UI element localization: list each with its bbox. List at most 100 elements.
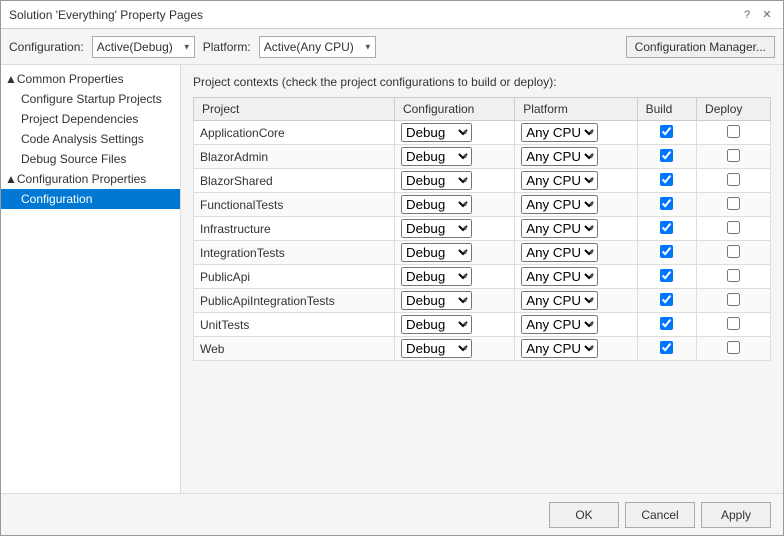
table-row: BlazorAdminDebugReleaseAny CPUx86x64 (194, 145, 771, 169)
help-button[interactable]: ? (739, 7, 755, 23)
platform-select[interactable]: Active(Any CPU) Any CPU x86 x64 (259, 36, 376, 58)
config-label: Configuration: (9, 40, 84, 54)
sidebar-item-configure-startup[interactable]: Configure Startup Projects (1, 89, 180, 109)
deploy-checkbox[interactable] (727, 293, 740, 306)
deploy-checkbox[interactable] (727, 245, 740, 258)
deploy-checkbox[interactable] (727, 149, 740, 162)
platform-cell: Any CPUx86x64 (515, 193, 637, 217)
deploy-checkbox[interactable] (727, 269, 740, 282)
config-row-select[interactable]: DebugRelease (401, 243, 472, 262)
platform-cell: Any CPUx86x64 (515, 337, 637, 361)
build-checkbox[interactable] (660, 269, 673, 282)
deploy-cell (697, 241, 771, 265)
config-row-select[interactable]: DebugRelease (401, 267, 472, 286)
project-name-cell: PublicApiIntegrationTests (194, 289, 395, 313)
config-row-select[interactable]: DebugRelease (401, 291, 472, 310)
platform-row-select[interactable]: Any CPUx86x64 (521, 243, 598, 262)
config-cell: DebugRelease (394, 265, 514, 289)
apply-button[interactable]: Apply (701, 502, 771, 528)
sidebar-group: ▲Common PropertiesConfigure Startup Proj… (1, 69, 180, 209)
sidebar-item-common-properties[interactable]: ▲Common Properties (1, 69, 180, 89)
platform-row-select[interactable]: Any CPUx86x64 (521, 171, 598, 190)
platform-row-select[interactable]: Any CPUx86x64 (521, 195, 598, 214)
project-name-cell: IntegrationTests (194, 241, 395, 265)
config-bar: Configuration: Active(Debug) Debug Relea… (1, 29, 783, 65)
build-checkbox[interactable] (660, 173, 673, 186)
platform-row-select[interactable]: Any CPUx86x64 (521, 339, 598, 358)
config-cell: DebugRelease (394, 313, 514, 337)
project-name-cell: UnitTests (194, 313, 395, 337)
platform-row-select[interactable]: Any CPUx86x64 (521, 123, 598, 142)
content-area: Project contexts (check the project conf… (181, 65, 783, 493)
property-pages-window: Solution 'Everything' Property Pages ? ✕… (0, 0, 784, 536)
title-controls: ? ✕ (739, 7, 775, 23)
title-bar: Solution 'Everything' Property Pages ? ✕ (1, 1, 783, 29)
config-manager-button[interactable]: Configuration Manager... (626, 36, 775, 58)
table-row: FunctionalTestsDebugReleaseAny CPUx86x64 (194, 193, 771, 217)
platform-row-select[interactable]: Any CPUx86x64 (521, 315, 598, 334)
deploy-checkbox[interactable] (727, 125, 740, 138)
deploy-checkbox[interactable] (727, 173, 740, 186)
platform-cell: Any CPUx86x64 (515, 313, 637, 337)
sidebar-item-configuration[interactable]: Configuration (1, 189, 180, 209)
close-button[interactable]: ✕ (759, 7, 775, 23)
table-header-configuration: Configuration (394, 98, 514, 121)
build-checkbox[interactable] (660, 293, 673, 306)
table-header-build: Build (637, 98, 696, 121)
deploy-cell (697, 265, 771, 289)
ok-button[interactable]: OK (549, 502, 619, 528)
config-cell: DebugRelease (394, 145, 514, 169)
config-row-select[interactable]: DebugRelease (401, 123, 472, 142)
build-checkbox[interactable] (660, 341, 673, 354)
config-cell: DebugRelease (394, 121, 514, 145)
sidebar-item-project-dependencies[interactable]: Project Dependencies (1, 109, 180, 129)
config-row-select[interactable]: DebugRelease (401, 147, 472, 166)
config-cell: DebugRelease (394, 193, 514, 217)
deploy-checkbox[interactable] (727, 341, 740, 354)
build-cell (637, 217, 696, 241)
sidebar-item-debug-source[interactable]: Debug Source Files (1, 149, 180, 169)
deploy-checkbox[interactable] (727, 317, 740, 330)
config-row-select[interactable]: DebugRelease (401, 339, 472, 358)
build-checkbox[interactable] (660, 197, 673, 210)
deploy-cell (697, 217, 771, 241)
content-description: Project contexts (check the project conf… (193, 75, 771, 89)
config-row-select[interactable]: DebugRelease (401, 195, 472, 214)
config-cell: DebugRelease (394, 169, 514, 193)
deploy-checkbox[interactable] (727, 197, 740, 210)
table-row: ApplicationCoreDebugReleaseAny CPUx86x64 (194, 121, 771, 145)
deploy-cell (697, 337, 771, 361)
cancel-button[interactable]: Cancel (625, 502, 695, 528)
sidebar-item-code-analysis[interactable]: Code Analysis Settings (1, 129, 180, 149)
build-checkbox[interactable] (660, 245, 673, 258)
main-content: ▲Common PropertiesConfigure Startup Proj… (1, 65, 783, 493)
table-row: PublicApiIntegrationTests DebugRelease Any… (194, 289, 771, 313)
platform-cell: Any CPUx86x64 (515, 289, 637, 313)
deploy-checkbox[interactable] (727, 221, 740, 234)
build-checkbox[interactable] (660, 149, 673, 162)
project-name-cell: Web (194, 337, 395, 361)
platform-row-select[interactable]: Any CPUx86x64 (521, 219, 598, 238)
deploy-cell (697, 193, 771, 217)
build-checkbox[interactable] (660, 125, 673, 138)
configuration-select[interactable]: Active(Debug) Debug Release (92, 36, 195, 58)
config-row-select[interactable]: DebugRelease (401, 315, 472, 334)
project-name-cell: BlazorShared (194, 169, 395, 193)
platform-row-select[interactable]: Any CPUx86x64 (521, 147, 598, 166)
platform-row-select[interactable]: Any CPUx86x64 (521, 267, 598, 286)
config-row-select[interactable]: DebugRelease (401, 171, 472, 190)
build-cell (637, 193, 696, 217)
build-checkbox[interactable] (660, 317, 673, 330)
platform-cell: Any CPUx86x64 (515, 145, 637, 169)
config-row-select[interactable]: DebugRelease (401, 219, 472, 238)
table-row: BlazorShared DebugRelease Any CPUx86x64 (194, 169, 771, 193)
config-select-wrapper: Active(Debug) Debug Release (92, 36, 195, 58)
build-checkbox[interactable] (660, 221, 673, 234)
project-table: ProjectConfigurationPlatformBuildDeploy … (193, 97, 771, 361)
build-cell (637, 169, 696, 193)
table-header-platform: Platform (515, 98, 637, 121)
build-cell (637, 121, 696, 145)
platform-row-select[interactable]: Any CPUx86x64 (521, 291, 598, 310)
sidebar-item-config-properties[interactable]: ▲Configuration Properties (1, 169, 180, 189)
platform-cell: Any CPUx86x64 (515, 265, 637, 289)
